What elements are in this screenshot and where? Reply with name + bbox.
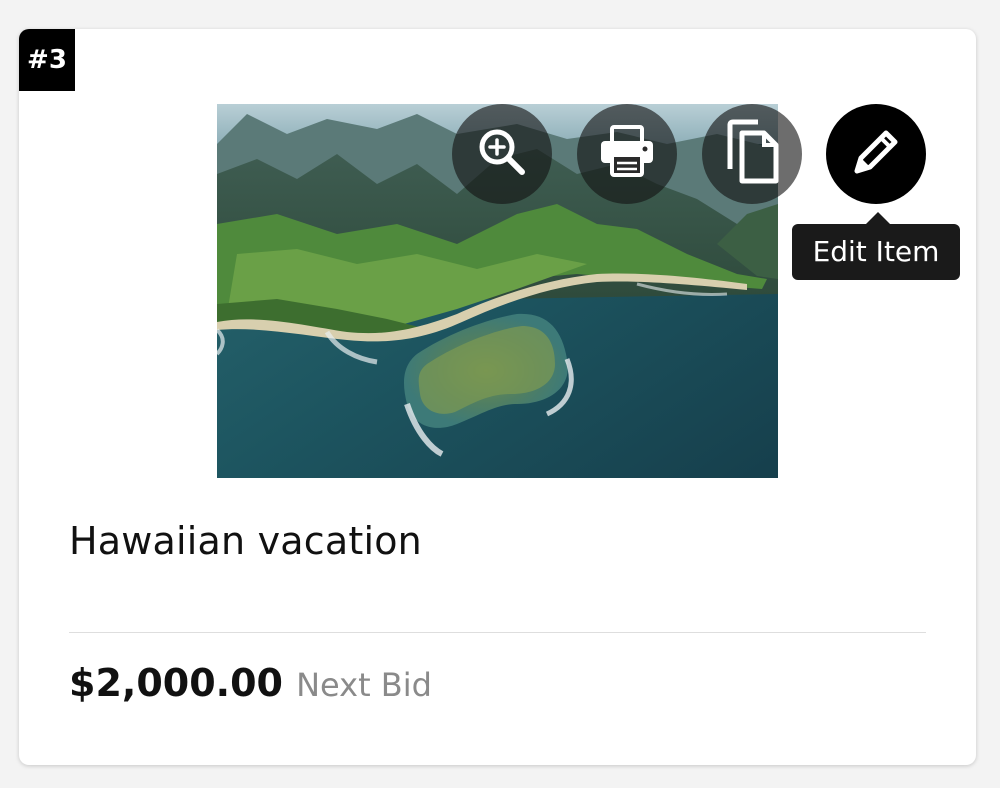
next-bid-label: Next Bid (296, 666, 432, 704)
zoom-button[interactable] (452, 104, 552, 204)
copy-icon (724, 119, 780, 189)
price-row: $2,000.00 Next Bid (69, 661, 432, 705)
next-bid-price: $2,000.00 (69, 661, 283, 705)
print-button[interactable] (577, 104, 677, 204)
edit-button[interactable] (826, 104, 926, 204)
print-icon (598, 125, 656, 183)
edit-item-tooltip: Edit Item (792, 212, 960, 280)
pencil-icon (849, 125, 903, 183)
zoom-in-icon (474, 124, 530, 184)
item-image-frame (69, 104, 926, 478)
auction-item-card: #3 Edit Item Hawaiian vacation $2,000.00… (19, 29, 976, 765)
divider (69, 632, 926, 633)
duplicate-button[interactable] (702, 104, 802, 204)
item-title: Hawaiian vacation (69, 519, 422, 563)
item-number-badge: #3 (19, 29, 75, 91)
